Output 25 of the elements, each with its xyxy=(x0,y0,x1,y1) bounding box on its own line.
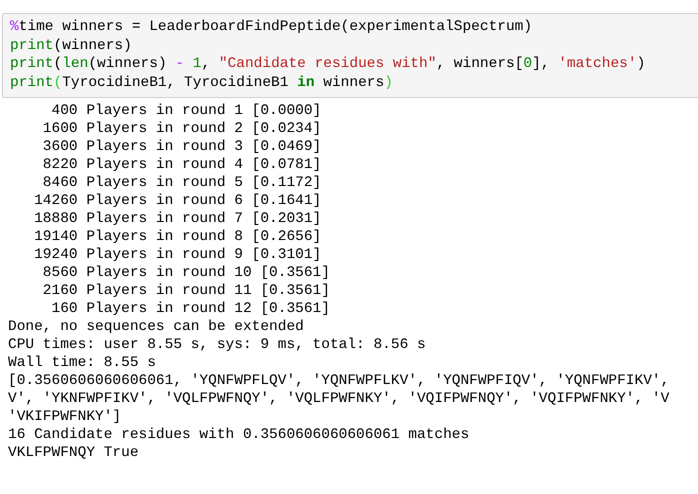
output-line: 8460 Players in round 5 [0.1172] xyxy=(42,174,322,192)
output-line: 19240 Players in round 9 [0.3101] xyxy=(33,246,322,264)
code-line: %time winners = LeaderboardFindPeptide(experimentalSpectrum) xyxy=(10,18,532,36)
output-line: 3600 Players in round 3 [0.0469] xyxy=(42,138,322,156)
code-line: print(TyrocidineB1, TyrocidineB1 in winners) xyxy=(10,74,393,92)
output-line: [0.3560606060606061, 'YQNFWPFLQV', 'YQNFWPFLKV', 'YQNFWPFIQV', 'YQNFWPFIKV', xyxy=(8,372,670,390)
output-line: Done, no sequences can be extended xyxy=(8,318,304,336)
code-line: print(len(winners) - 1, "Candidate residues with", winners[0], 'matches') xyxy=(10,55,646,74)
output-line: 1600 Players in round 2 [0.0234] xyxy=(42,120,322,138)
output-line: Wall time: 8.55 s xyxy=(8,354,156,372)
output-line: V', 'YKNFWPFIKV', 'VQLFPWFNQY', 'VQLFPWFNKY', 'VQIFPWFNQY', 'VQIFPWFNKY', 'V xyxy=(8,390,670,408)
output-line: 8220 Players in round 4 [0.0781] xyxy=(42,156,322,174)
output-line: 2160 Players in round 11 [0.3561] xyxy=(42,282,330,300)
code-cell[interactable]: %time winners = LeaderboardFindPeptide(experimentalSpectrum) print(winners) print(len(winners) - 1, "Candidate residues with", winners[0], 'matches') print(TyrocidineB1, TyrocidineB1 in winners) xyxy=(2,13,698,98)
code-line: print(winners) xyxy=(10,36,132,55)
output-line: CPU times: user 8.55 s, sys: 9 ms, total: 8.56 s xyxy=(8,336,426,354)
output-line: 18880 Players in round 7 [0.2031] xyxy=(33,210,322,228)
output-line: VKLFPWFNQY True xyxy=(8,444,139,462)
output-line: 19140 Players in round 8 [0.2656] xyxy=(33,228,322,246)
output-line: 'VKIFPWFNKY'] xyxy=(8,408,122,426)
output-line: 400 Players in round 1 [0.0000] xyxy=(50,102,322,120)
output-line: 8560 Players in round 10 [0.3561] xyxy=(42,264,330,282)
output-line: 160 Players in round 12 [0.3561] xyxy=(50,300,330,318)
output-line: 16 Candidate residues with 0.3560606060606061 matches xyxy=(8,426,470,444)
output-line: 14260 Players in round 6 [0.1641] xyxy=(33,192,322,210)
